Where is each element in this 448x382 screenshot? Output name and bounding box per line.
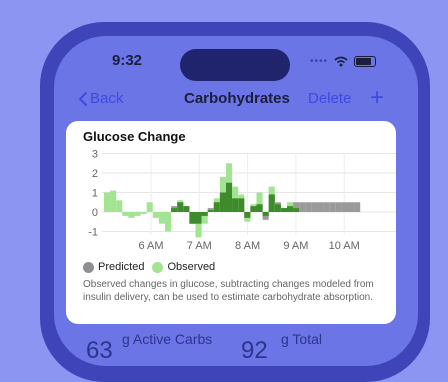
observed-bar — [104, 192, 111, 212]
glucose-change-chart: 3 2 1 0 -1 6 AM 7 AM 8 AM 9 AM 10 AM — [88, 149, 396, 252]
predicted-bar — [341, 202, 348, 212]
overlap-bar — [201, 212, 208, 216]
y-tick-label: -1 — [88, 227, 98, 239]
overlap-bar — [256, 204, 263, 212]
chart-legend: Predicted Observed — [83, 261, 223, 273]
overlap-bar — [293, 208, 300, 212]
dynamic-island — [180, 49, 290, 81]
overlap-bar — [287, 206, 294, 212]
overlap-bar — [183, 206, 190, 212]
observed-swatch — [152, 261, 164, 273]
back-label: Back — [90, 90, 124, 107]
nav-title: Carbohydrates — [184, 90, 290, 107]
overlap-bar — [250, 206, 257, 212]
overlap-bar — [274, 204, 281, 212]
legend-predicted: Predicted — [98, 261, 145, 273]
observed-bar — [152, 212, 159, 218]
back-button[interactable]: Back — [78, 90, 123, 107]
observed-bar — [116, 200, 123, 212]
observed-bar — [134, 212, 141, 216]
overlap-bar — [219, 192, 226, 212]
observed-bar — [110, 190, 117, 212]
overlap-bar — [232, 198, 239, 212]
glucose-change-card: Glucose Change 3 2 1 0 -1 6 AM 7 AM 8 AM 9 AM 10 … — [66, 121, 396, 324]
x-tick-label: 6 AM — [138, 240, 163, 252]
cellular-icon: •••• — [310, 56, 329, 67]
active-carbs-label: g Active Carbs — [122, 331, 213, 347]
overlap-bar — [280, 208, 287, 212]
x-tick-label: 7 AM — [187, 240, 212, 252]
overlap-bar — [177, 202, 184, 212]
overlap-bar — [244, 212, 251, 218]
total-carbs-value: 92 — [241, 337, 268, 364]
predicted-bar — [317, 202, 324, 212]
predicted-bar — [311, 202, 318, 212]
overlap-bar — [189, 212, 196, 224]
overlap-bar — [262, 212, 269, 216]
observed-bar — [165, 212, 172, 232]
y-tick-label: 0 — [92, 207, 98, 219]
predicted-bar — [335, 202, 342, 212]
overlap-bar — [238, 198, 245, 212]
y-tick-label: 3 — [92, 149, 98, 161]
x-tick-label: 10 AM — [329, 240, 360, 252]
overlap-bar — [195, 212, 202, 224]
delete-button[interactable]: Delete — [308, 90, 351, 107]
predicted-bar — [323, 202, 330, 212]
observed-bar — [128, 212, 135, 218]
overlap-bar — [207, 210, 214, 212]
total-carbs-label: g Total — [281, 331, 322, 347]
y-tick-label: 1 — [92, 188, 98, 200]
overlap-bar — [268, 194, 275, 212]
predicted-bar — [299, 202, 306, 212]
carb-summary: 63 g Active Carbs 92 g Total — [86, 331, 406, 364]
status-time: 9:32 — [112, 52, 143, 69]
overlap-bar — [226, 182, 233, 212]
predicted-bar — [305, 202, 312, 212]
overlap-bar — [213, 202, 220, 212]
chevron-left-icon — [79, 91, 87, 106]
overlap-bar — [171, 208, 178, 212]
nav-bar: Back Carbohydrates Delete + — [54, 84, 418, 116]
predicted-swatch — [83, 261, 94, 273]
x-tick-label: 8 AM — [235, 240, 260, 252]
observed-bar — [122, 212, 129, 216]
add-button[interactable]: + — [370, 84, 384, 112]
x-tick-label: 9 AM — [283, 240, 308, 252]
wifi-icon — [334, 56, 348, 67]
card-description: Observed changes in glucose, subtracting… — [83, 279, 374, 303]
legend-observed: Observed — [167, 261, 216, 273]
active-carbs-value: 63 — [86, 337, 113, 364]
y-tick-label: 2 — [92, 168, 98, 180]
battery-icon — [354, 56, 377, 67]
observed-bar — [158, 212, 165, 224]
status-icons: •••• — [310, 56, 377, 67]
predicted-bar — [329, 202, 336, 212]
observed-bar — [146, 202, 153, 212]
observed-bar — [140, 212, 147, 214]
predicted-bar — [354, 202, 361, 212]
predicted-bar — [348, 202, 355, 212]
